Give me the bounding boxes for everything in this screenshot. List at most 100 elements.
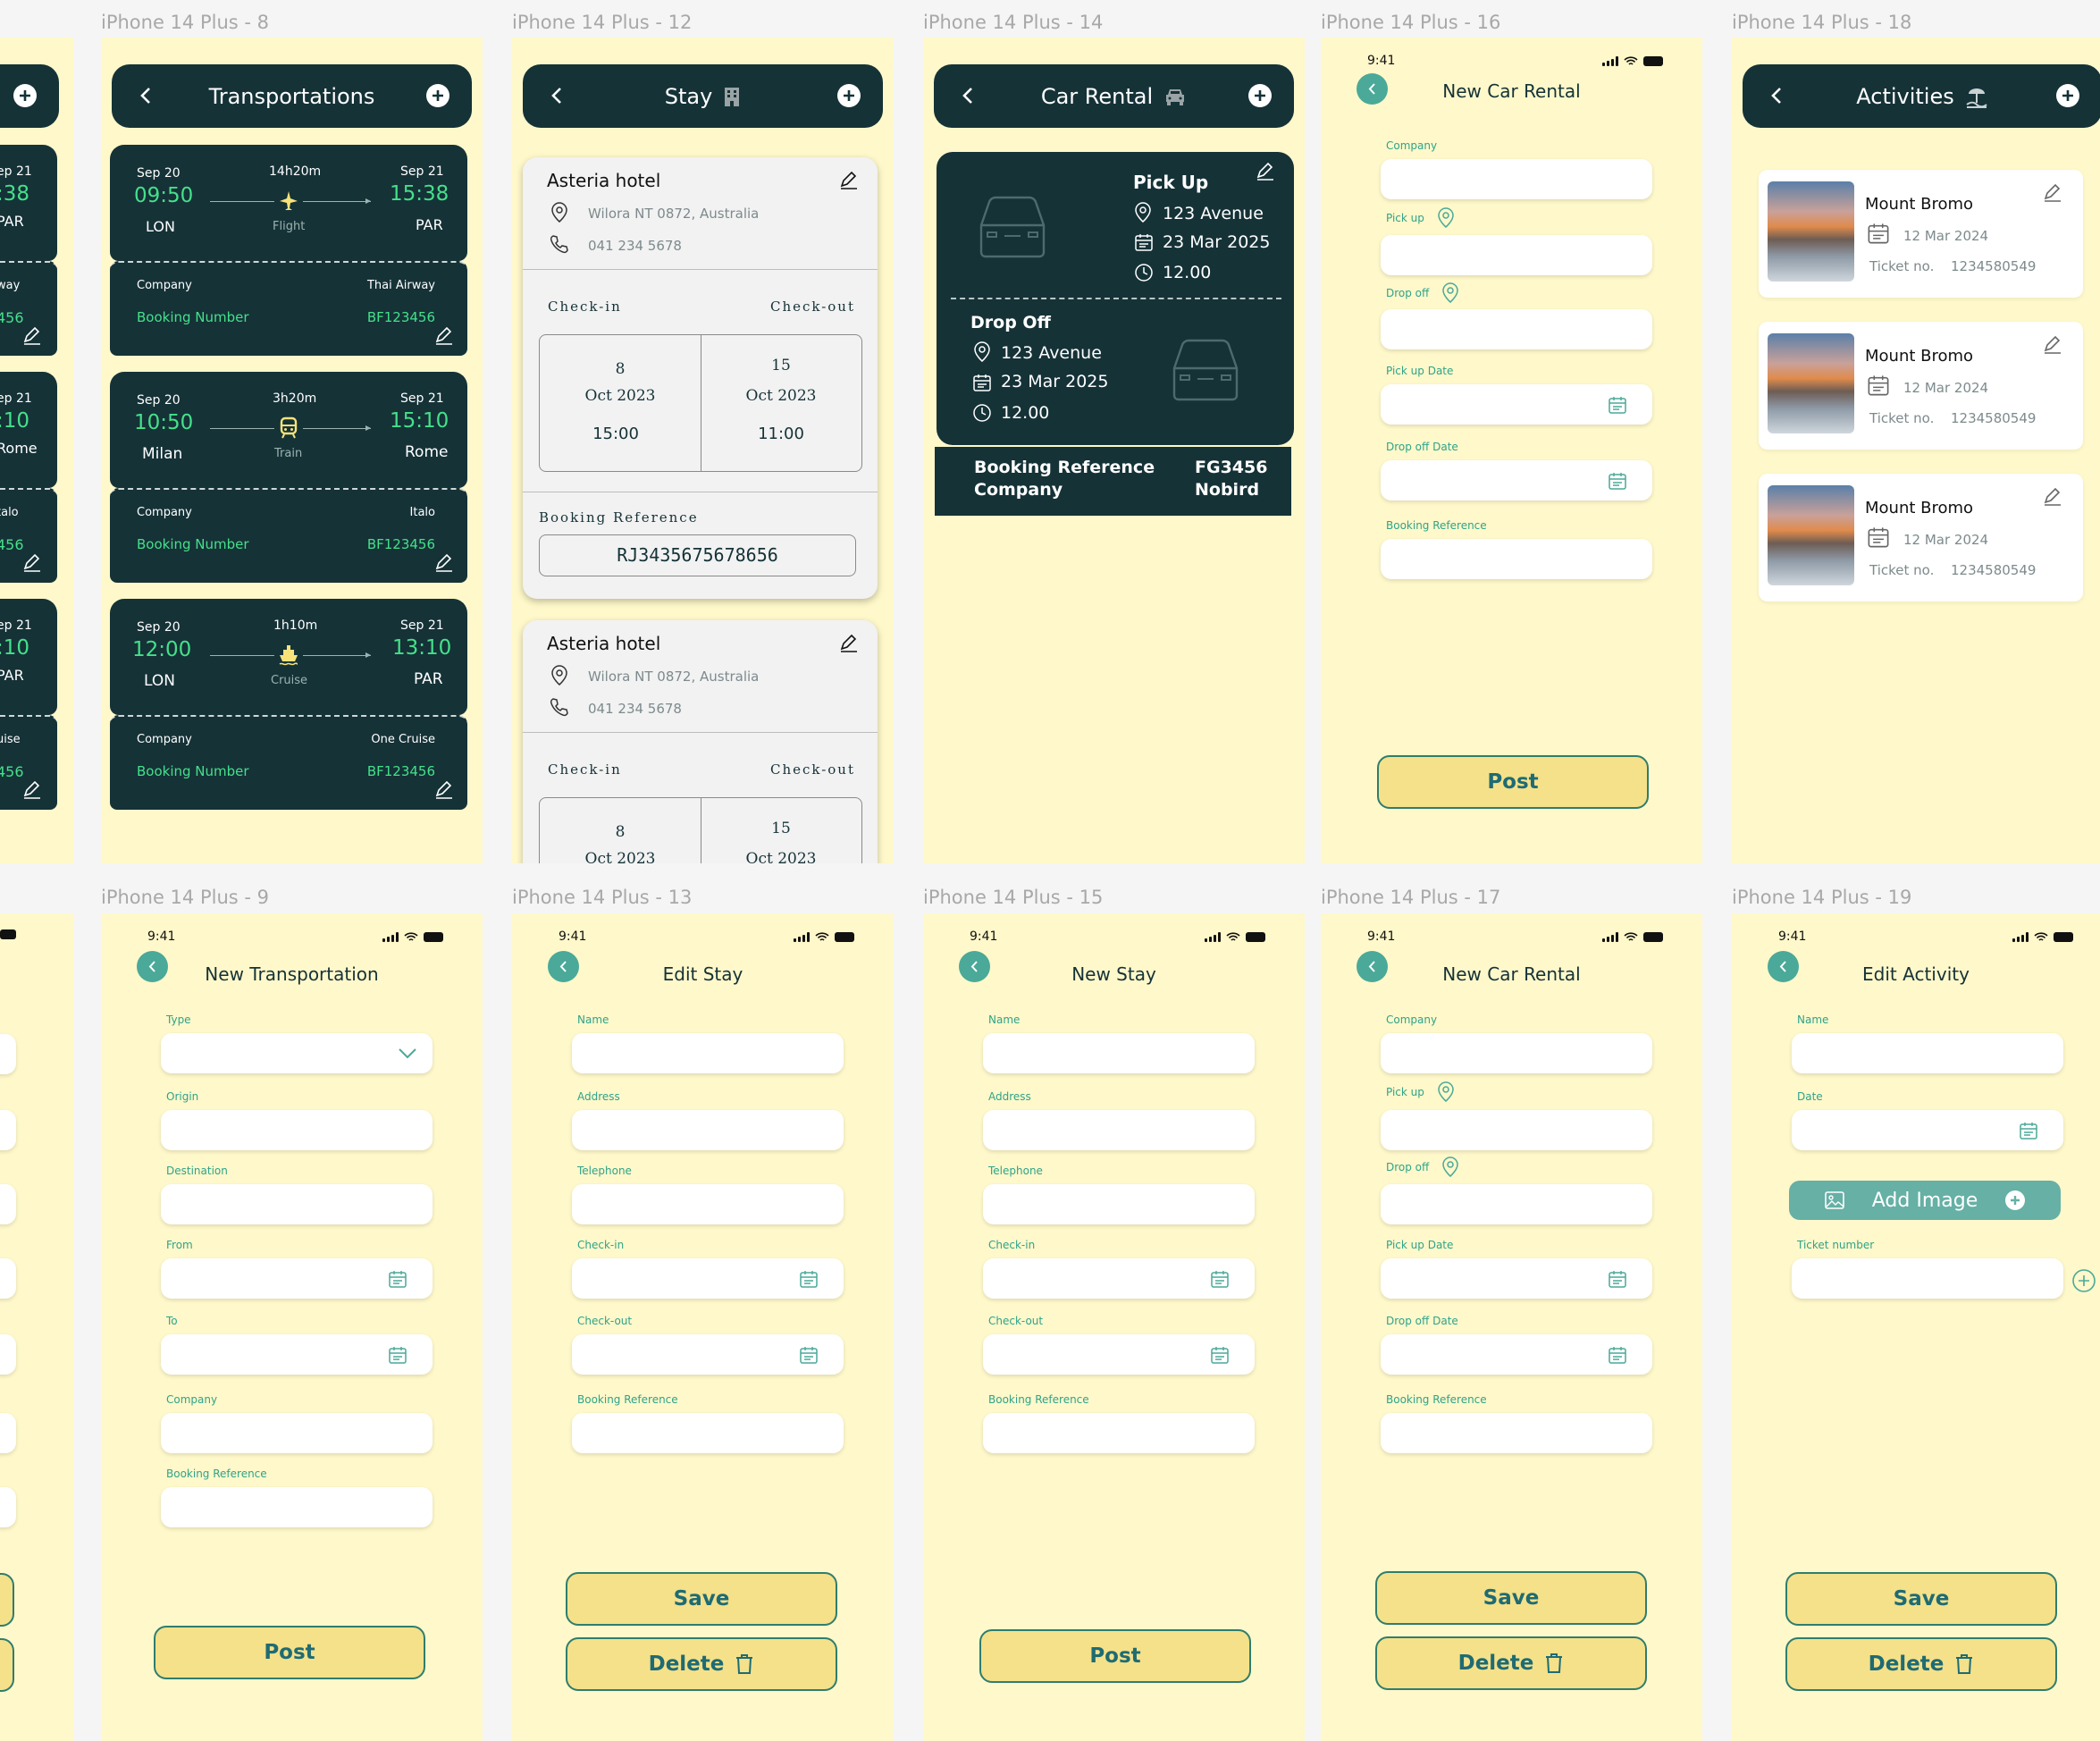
- ticket-partial[interactable]: ep 21 :10 PAR uise 456: [0, 599, 57, 810]
- calendar-icon[interactable]: [1210, 1345, 1230, 1365]
- company-input[interactable]: [161, 1413, 433, 1453]
- edit-icon[interactable]: [433, 552, 455, 574]
- telephone-input[interactable]: [572, 1184, 844, 1224]
- save-button[interactable]: Save: [1785, 1572, 2057, 1626]
- to-date-input[interactable]: [161, 1334, 433, 1375]
- add-icon[interactable]: [836, 83, 861, 108]
- car-rental-card[interactable]: Pick Up 123 Avenue 23 Mar 2025 12.00 Dro…: [937, 152, 1294, 445]
- checkout-date-input[interactable]: [983, 1334, 1255, 1375]
- destination-input[interactable]: [161, 1184, 433, 1224]
- edit-icon[interactable]: [2042, 334, 2063, 356]
- stay-card[interactable]: Asteria hotel Wilora NT 0872, Australia …: [523, 157, 878, 599]
- address-input[interactable]: [983, 1110, 1255, 1150]
- company-input[interactable]: [1381, 1033, 1652, 1073]
- edit-icon[interactable]: [1255, 161, 1276, 182]
- post-button[interactable]: Post: [979, 1629, 1251, 1683]
- from-date-input[interactable]: [161, 1258, 433, 1299]
- add-icon[interactable]: [1247, 83, 1273, 108]
- ticket-partial[interactable]: ep 21 :38 PAR way 456: [0, 145, 57, 356]
- activity-card[interactable]: Mount Bromo 12 Mar 2024 Ticket no. 12345…: [1759, 322, 2083, 450]
- booking-reference-input[interactable]: [983, 1413, 1255, 1453]
- booking-reference-input[interactable]: [1381, 1413, 1652, 1453]
- telephone-input[interactable]: [983, 1184, 1255, 1224]
- location-pin-icon[interactable]: [1437, 1081, 1455, 1103]
- delete-button[interactable]: Delete: [566, 1637, 837, 1691]
- ticket-number-input[interactable]: [1792, 1258, 2063, 1299]
- date-input[interactable]: [1792, 1110, 2063, 1150]
- edit-icon[interactable]: [2042, 182, 2063, 204]
- name-input[interactable]: [1792, 1033, 2063, 1073]
- delete-button[interactable]: Delete: [1785, 1637, 2057, 1691]
- calendar-input-partial[interactable]: [0, 1258, 16, 1299]
- back-arrow-icon[interactable]: [955, 82, 982, 109]
- edit-icon[interactable]: [21, 779, 43, 801]
- pickup-date-input[interactable]: [1381, 384, 1652, 425]
- calendar-icon[interactable]: [388, 1345, 407, 1365]
- calendar-icon[interactable]: [1608, 1345, 1627, 1365]
- edit-icon[interactable]: [21, 325, 43, 347]
- stay-card[interactable]: Asteria hotel Wilora NT 0872, Australia …: [523, 620, 878, 863]
- add-image-button[interactable]: Add Image: [1789, 1181, 2061, 1220]
- pickup-date-input[interactable]: [1381, 1258, 1652, 1299]
- activity-card[interactable]: Mount Bromo 12 Mar 2024 Ticket no. 12345…: [1759, 170, 2083, 298]
- checkout-date-input[interactable]: [572, 1334, 844, 1375]
- calendar-icon[interactable]: [1210, 1269, 1230, 1289]
- save-button[interactable]: Save: [1375, 1571, 1647, 1625]
- company-input[interactable]: [1381, 159, 1652, 199]
- edit-icon[interactable]: [2042, 486, 2063, 508]
- address-input[interactable]: [572, 1110, 844, 1150]
- calendar-icon[interactable]: [2019, 1121, 2038, 1140]
- location-pin-icon[interactable]: [1437, 207, 1455, 229]
- location-pin-icon[interactable]: [1441, 282, 1459, 304]
- checkin-date-input[interactable]: [572, 1258, 844, 1299]
- calendar-icon[interactable]: [1608, 395, 1627, 415]
- calendar-input-partial[interactable]: [0, 1334, 16, 1375]
- add-icon[interactable]: [425, 83, 450, 108]
- add-ticket-icon[interactable]: [2071, 1268, 2096, 1293]
- transport-ticket[interactable]: Sep 20 3h20m Sep 21 10:50 15:10 Milan Tr…: [110, 372, 467, 583]
- input-partial[interactable]: [0, 1413, 16, 1453]
- booking-reference-input[interactable]: [1381, 539, 1652, 579]
- activity-card[interactable]: Mount Bromo 12 Mar 2024 Ticket no. 12345…: [1759, 474, 2083, 601]
- calendar-icon[interactable]: [799, 1345, 819, 1365]
- plus-icon[interactable]: [13, 83, 38, 108]
- location-pin-icon[interactable]: [1441, 1156, 1459, 1178]
- back-arrow-icon[interactable]: [1764, 82, 1791, 109]
- name-input[interactable]: [572, 1033, 844, 1073]
- post-button[interactable]: Post: [154, 1626, 425, 1679]
- transport-ticket[interactable]: Sep 20 14h20m Sep 21 09:50 15:38 LON Fli…: [110, 145, 467, 356]
- dropoff-input[interactable]: [1381, 309, 1652, 349]
- ticket-partial[interactable]: ep 21 :10 Rome talo 456: [0, 372, 57, 583]
- checkin-date-input[interactable]: [983, 1258, 1255, 1299]
- dropoff-date-input[interactable]: [1381, 460, 1652, 500]
- origin-input[interactable]: [161, 1110, 433, 1150]
- pickup-input[interactable]: [1381, 1110, 1652, 1150]
- input-partial[interactable]: [0, 1487, 16, 1527]
- edit-icon[interactable]: [838, 633, 860, 654]
- edit-icon[interactable]: [433, 325, 455, 347]
- add-icon[interactable]: [2055, 83, 2080, 108]
- button-partial[interactable]: [0, 1573, 14, 1627]
- calendar-icon[interactable]: [799, 1269, 819, 1289]
- edit-icon[interactable]: [21, 552, 43, 574]
- save-button[interactable]: Save: [566, 1572, 837, 1626]
- back-arrow-icon[interactable]: [544, 82, 571, 109]
- input-partial[interactable]: [0, 1110, 16, 1150]
- transport-ticket[interactable]: Sep 20 1h10m Sep 21 12:00 13:10 LON Crui…: [110, 599, 467, 810]
- input-partial[interactable]: [0, 1184, 16, 1224]
- chevron-down-icon[interactable]: [0, 1034, 16, 1074]
- edit-icon[interactable]: [838, 170, 860, 191]
- button-partial[interactable]: [0, 1638, 14, 1692]
- dropoff-date-input[interactable]: [1381, 1334, 1652, 1375]
- delete-button[interactable]: Delete: [1375, 1636, 1647, 1690]
- booking-reference-input[interactable]: [161, 1487, 433, 1527]
- dropoff-input[interactable]: [1381, 1184, 1652, 1224]
- calendar-icon[interactable]: [1608, 1269, 1627, 1289]
- edit-icon[interactable]: [433, 779, 455, 801]
- type-select[interactable]: [161, 1033, 433, 1073]
- booking-reference-input[interactable]: [572, 1413, 844, 1453]
- name-input[interactable]: [983, 1033, 1255, 1073]
- back-arrow-icon[interactable]: [133, 82, 160, 109]
- calendar-icon[interactable]: [1608, 471, 1627, 491]
- calendar-icon[interactable]: [388, 1269, 407, 1289]
